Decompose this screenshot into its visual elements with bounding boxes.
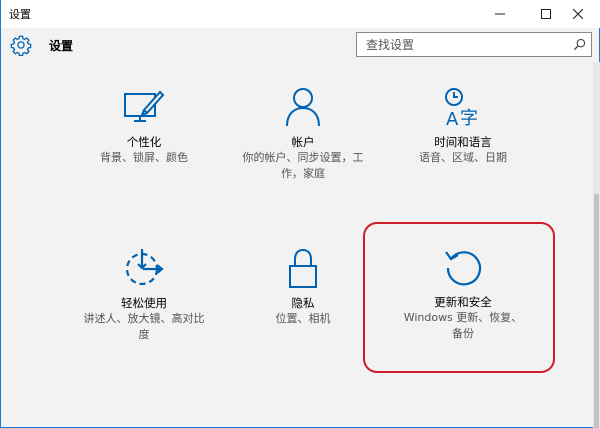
time-language-icon: A 字 <box>445 88 478 128</box>
close-icon <box>572 9 583 19</box>
tile-label: 个性化 <box>126 135 162 149</box>
tile-personalization[interactable]: 个性化 背景、锁屏、颜色 <box>64 88 224 166</box>
account-icon <box>286 88 320 127</box>
title-bar[interactable]: 设置 <box>1 0 600 28</box>
tile-accounts[interactable]: 帐户 你的帐户、同步设置，工作，家庭 <box>223 86 383 182</box>
settings-window: 设置 设置 查找设置 个性化 背景、锁屏、颜色 帐户 你的帐户、同步设置，工作，… <box>0 0 600 428</box>
close-button[interactable] <box>555 0 600 28</box>
tile-description: 语音、区域、日期 <box>419 151 507 164</box>
tile-time-language[interactable]: A 字 时间和语言 语音、区域、日期 <box>383 86 543 166</box>
maximize-icon <box>541 9 551 19</box>
tile-label: 帐户 <box>291 135 315 149</box>
minimize-button[interactable] <box>477 0 523 28</box>
window-title: 设置 <box>9 8 31 21</box>
search-box[interactable] <box>356 32 592 57</box>
personalization-icon <box>124 90 165 122</box>
page-title: 设置 <box>49 39 74 53</box>
tile-description: 位置、相机 <box>275 312 331 325</box>
minimize-icon <box>495 13 505 15</box>
tile-description: 讲述人、放大镜、高对比度 <box>83 312 205 341</box>
highlight-box <box>363 222 555 373</box>
scrollbar-thumb[interactable] <box>594 194 599 428</box>
tile-label: 时间和语言 <box>434 135 492 149</box>
gear-icon <box>10 35 32 56</box>
tile-privacy[interactable]: 隐私 位置、相机 <box>223 247 383 327</box>
tile-description: 背景、锁屏、颜色 <box>100 151 188 164</box>
search-icon[interactable] <box>573 38 586 51</box>
svg-text:字: 字 <box>460 108 478 128</box>
tile-ease-of-access[interactable]: 轻松使用 讲述人、放大镜、高对比度 <box>64 247 224 343</box>
privacy-lock-icon <box>289 248 317 288</box>
svg-text:A: A <box>446 109 459 128</box>
tile-label: 轻松使用 <box>121 296 167 310</box>
ease-of-access-icon <box>125 249 164 286</box>
search-input[interactable] <box>357 33 562 56</box>
tile-description: 你的帐户、同步设置，工作，家庭 <box>242 151 364 180</box>
scrollbar[interactable] <box>593 62 600 428</box>
tile-label: 隐私 <box>291 296 315 310</box>
